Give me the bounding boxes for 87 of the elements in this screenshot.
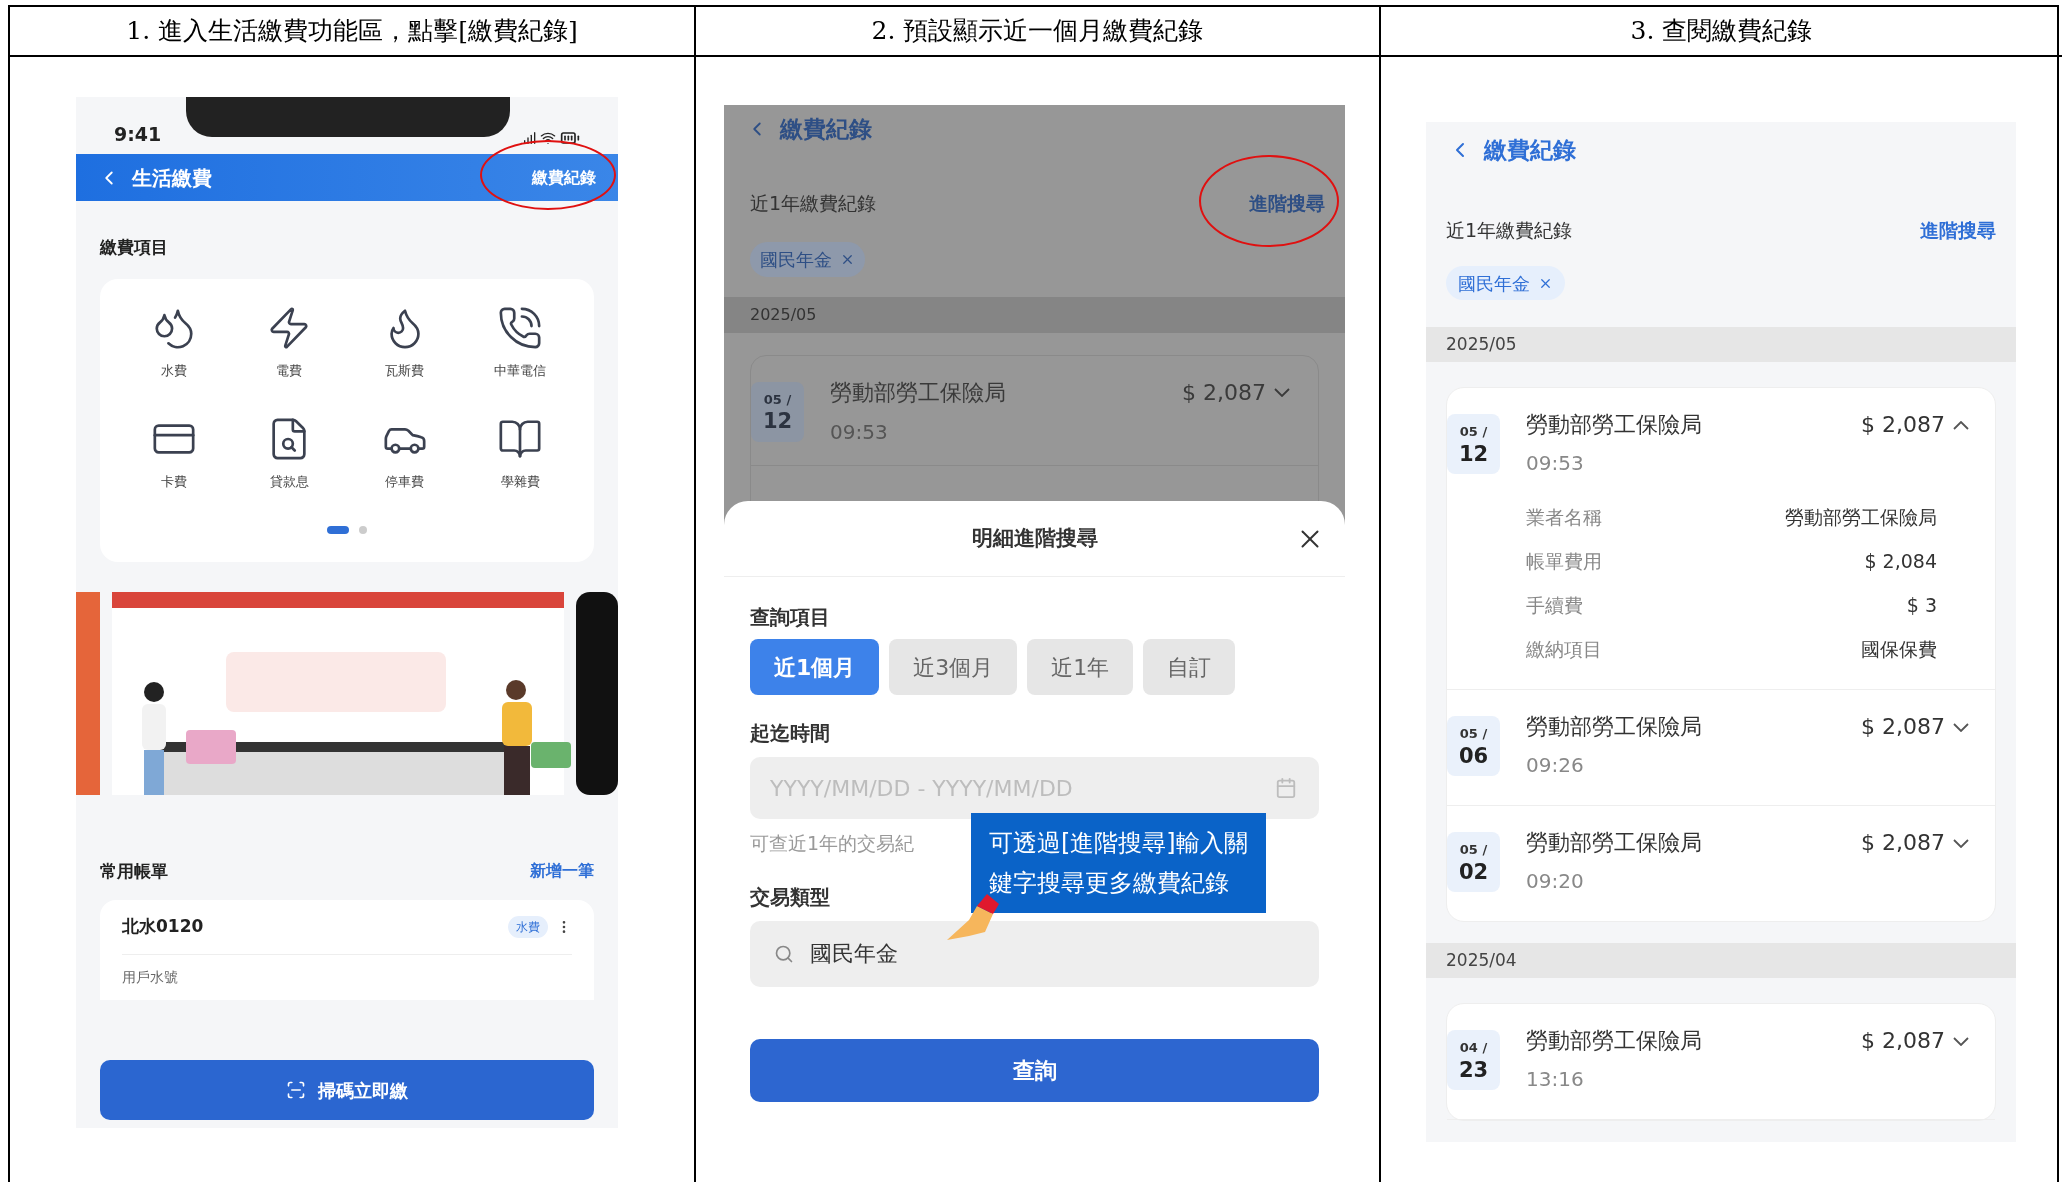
screen-title: 繳費紀錄 [780, 114, 872, 144]
month-label: 2025/05 [1446, 332, 1517, 356]
calendar-icon [1275, 777, 1297, 799]
pointing-hand-icon [946, 893, 1000, 941]
date-day: 06 [1458, 743, 1489, 768]
payee-name: 勞動部勞工保險局 [1526, 713, 1702, 741]
bill-tag: 水費 [508, 915, 548, 938]
detail-label: 手續費 [1526, 593, 1583, 618]
detail-label: 帳單費用 [1526, 549, 1602, 574]
detail-value: 勞動部勞工保險局 [1785, 505, 1937, 530]
date-month: 05 / [763, 390, 792, 409]
detail-value: $ 3 [1906, 593, 1937, 618]
step-heading: 3. 查閱繳費紀錄 [1630, 15, 1813, 48]
detail-value: 國保保費 [1861, 637, 1937, 662]
month-label: 2025/04 [1446, 948, 1517, 972]
tip-callout: 可透過[進階搜尋]輸入關 鍵字搜尋更多繳費紀錄 [971, 813, 1266, 913]
search-icon [774, 944, 794, 964]
record-row[interactable]: 05 / 02 勞動部勞工保險局 $ 2,087 09:20 [1447, 806, 1995, 921]
record-row[interactable]: 05 / 12 勞動部勞工保險局 $ 2,087 09:53 [1447, 388, 1995, 477]
range-label: 近1年繳費紀錄 [750, 191, 877, 216]
period-tab[interactable]: 近3個月 [889, 639, 1018, 695]
service-item[interactable]: 停車費 [347, 416, 463, 492]
wifi-icon [540, 130, 556, 146]
section-title: 繳費項目 [100, 237, 168, 257]
sheet-title: 明細進階搜尋 [971, 524, 1098, 552]
period-tab[interactable]: 近1年 [1027, 639, 1134, 695]
payee-name: 勞動部勞工保險局 [1526, 829, 1702, 857]
scan-icon [286, 1080, 306, 1100]
query-button[interactable]: 查詢 [750, 1039, 1319, 1102]
record-time: 09:53 [1526, 450, 1585, 477]
phone-icon [497, 304, 544, 351]
bill-card[interactable]: 北水0120 水費 用戶水號 [100, 900, 594, 1000]
service-item[interactable]: 水費 [116, 304, 232, 380]
record-time: 09:53 [830, 418, 889, 446]
payee-name: 勞動部勞工保險局 [1526, 1027, 1702, 1055]
payee-name: 勞動部勞工保險局 [1526, 411, 1702, 439]
record-time: 09:20 [1526, 868, 1585, 895]
payee-name: 勞動部勞工保險局 [830, 378, 1006, 407]
service-item[interactable]: 學雜費 [462, 416, 578, 492]
detail-label: 繳納項目 [1526, 637, 1602, 662]
status-time: 9:41 [114, 121, 162, 147]
amount: $ 2,087 [1861, 1027, 1945, 1055]
field-label: 查詢項目 [750, 604, 831, 631]
bill-name: 北水0120 [122, 915, 204, 938]
add-bill-link[interactable]: 新增一筆 [530, 859, 594, 884]
period-tab[interactable]: 自訂 [1143, 639, 1236, 695]
step-heading: 2. 預設顯示近一個月繳費紀錄 [871, 15, 1204, 48]
service-item[interactable]: 卡費 [116, 416, 232, 492]
payment-records-link[interactable]: 繳費紀錄 [532, 165, 596, 190]
service-item[interactable]: 電費 [231, 304, 347, 380]
date-day: 12 [762, 409, 793, 434]
record-time: 13:16 [1526, 1066, 1585, 1093]
detail-value: $ 2,084 [1864, 549, 1937, 574]
service-item[interactable]: 貸款息 [231, 416, 347, 492]
step-heading: 1. 進入生活繳費功能區，點擊[繳費紀錄] [126, 15, 578, 48]
search-field[interactable]: 國民年金 [750, 921, 1319, 987]
amount: $ 2,087 [1861, 829, 1945, 857]
field-hint: 可查近1年的交易紀 [750, 831, 915, 855]
record-time: 09:26 [1526, 752, 1585, 779]
date-month: 04 / [1459, 1039, 1488, 1058]
month-label: 2025/05 [750, 303, 817, 326]
nav-title: 生活繳費 [132, 164, 212, 192]
field-label: 起迄時間 [750, 720, 831, 747]
period-tab[interactable]: 近1個月 [750, 639, 880, 695]
date-day: 02 [1458, 859, 1489, 884]
date-month: 05 / [1459, 725, 1488, 744]
record-row[interactable]: 04 / 23 勞動部勞工保險局 $ 2,087 13:16 [1447, 1004, 1995, 1119]
amount: $ 2,087 [1861, 713, 1945, 741]
range-label: 近1年繳費紀錄 [1446, 218, 1573, 243]
date-month: 05 / [1459, 841, 1488, 860]
detail-label: 業者名稱 [1526, 505, 1602, 530]
advanced-search-link[interactable]: 進階搜尋 [1920, 216, 1996, 244]
section-title: 常用帳單 [100, 859, 168, 883]
date-month: 05 / [1459, 423, 1488, 442]
scan-pay-button[interactable]: 掃碼立即繳 [100, 1060, 594, 1120]
chevron-down-icon [1274, 387, 1290, 397]
screen-title: 繳費紀錄 [1484, 135, 1576, 165]
service-item[interactable]: 中華電信 [462, 304, 578, 380]
amount: $ 2,087 [1182, 378, 1266, 407]
field-label: 用戶水號 [122, 968, 178, 985]
service-item[interactable]: 瓦斯費 [347, 304, 463, 380]
date-day: 23 [1458, 1057, 1489, 1082]
filter-chip[interactable]: 國民年金 [1446, 266, 1565, 300]
amount: $ 2,087 [1861, 411, 1945, 439]
record-row[interactable]: 05 / 06 勞動部勞工保險局 $ 2,087 09:26 [1447, 690, 1995, 805]
record-row[interactable]: 05 / 12 勞動部勞工保險局 $ 2,087 09:53 [751, 355, 1318, 466]
date-day: 12 [1458, 441, 1489, 466]
